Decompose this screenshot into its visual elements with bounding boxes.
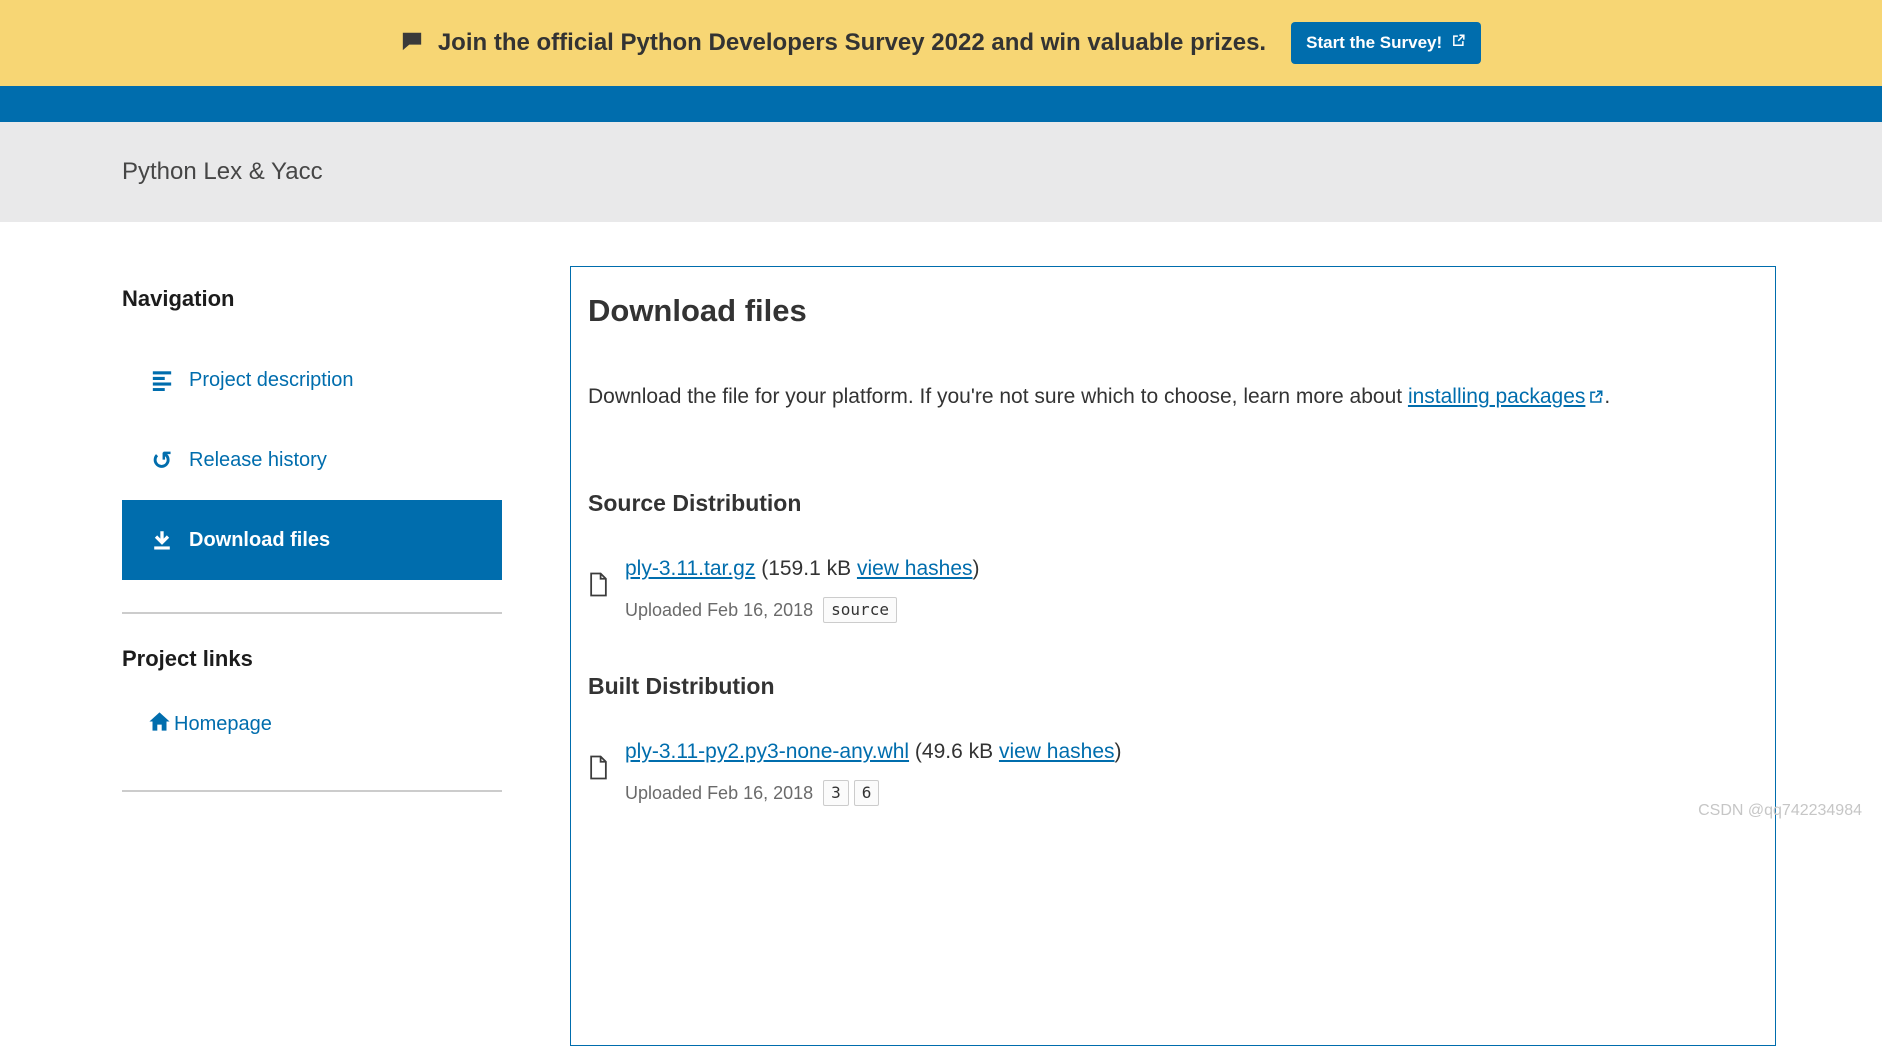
project-title-bar: Python Lex & Yacc [0,122,1882,222]
intro-after: . [1604,385,1610,408]
installing-packages-link[interactable]: installing packages [1408,385,1604,408]
intro-text: Download the file for your platform. If … [588,384,1751,412]
file-badges: source [823,597,897,623]
homepage-label: Homepage [174,713,272,736]
external-link-icon [1451,33,1466,53]
close-paren: ) [973,557,980,580]
file-size-text: (159.1 kB [761,557,851,580]
sidebar-item-label: Download files [189,529,330,552]
site-header-bar [0,86,1882,122]
installing-packages-label: installing packages [1408,385,1585,408]
history-icon: ↺ [150,448,174,473]
file-row: ply-3.11-py2.py3-none-any.whl (49.6 kB v… [588,738,1751,806]
file-link[interactable]: ply-3.11.tar.gz [625,557,755,580]
sidebar-divider [122,612,502,614]
watermark: CSDN @qq742234984 [1698,802,1862,820]
homepage-link[interactable]: Homepage [122,706,502,742]
nav-heading: Navigation [122,286,502,312]
file-icon [588,754,609,806]
home-icon [148,710,171,739]
sidebar-item-download-files[interactable]: Download files [122,500,502,580]
file-line: ply-3.11-py2.py3-none-any.whl (49.6 kB v… [625,738,1122,766]
download-files-panel: Download files Download the file for you… [570,266,1776,1046]
file-info: ply-3.11.tar.gz (159.1 kB view hashes) U… [625,555,980,623]
file-row: ply-3.11.tar.gz (159.1 kB view hashes) U… [588,555,1751,623]
view-hashes-link[interactable]: view hashes [999,740,1115,763]
project-links-heading: Project links [122,646,502,672]
content-area: Navigation Project description ↺ Release… [0,222,1882,1046]
download-icon [150,529,174,551]
section-heading-source: Source Distribution [588,489,1751,517]
sidebar-divider [122,790,502,792]
view-hashes-link[interactable]: view hashes [857,557,973,580]
file-meta: Uploaded Feb 16, 2018 3 6 [625,780,1122,806]
speech-bubble-icon [401,30,423,57]
sidebar: Navigation Project description ↺ Release… [122,266,502,792]
file-size-text: (49.6 kB [915,740,993,763]
survey-banner: Join the official Python Developers Surv… [0,0,1882,86]
file-meta: Uploaded Feb 16, 2018 source [625,597,980,623]
sidebar-item-label: Release history [189,449,327,472]
project-title: Python Lex & Yacc [122,158,323,186]
close-paren: ) [1115,740,1122,763]
intro-before: Download the file for your platform. If … [588,385,1408,408]
file-link[interactable]: ply-3.11-py2.py3-none-any.whl [625,740,909,763]
sidebar-item-label: Project description [189,369,354,392]
start-survey-button[interactable]: Start the Survey! [1291,22,1481,64]
section-heading-built: Built Distribution [588,672,1751,700]
start-survey-label: Start the Survey! [1306,33,1442,53]
file-icon [588,571,609,623]
sidebar-item-release-history[interactable]: ↺ Release history [122,420,502,500]
sidebar-item-project-description[interactable]: Project description [122,340,502,420]
file-line: ply-3.11.tar.gz (159.1 kB view hashes) [625,555,980,583]
python-version-badge: 3 [823,780,849,806]
uploaded-text: Uploaded Feb 16, 2018 [625,783,813,804]
python-version-badge: 6 [854,780,880,806]
file-badges: 3 6 [823,780,879,806]
banner-text: Join the official Python Developers Surv… [438,29,1266,57]
uploaded-text: Uploaded Feb 16, 2018 [625,600,813,621]
file-type-badge: source [823,597,897,623]
align-left-icon [150,369,174,391]
download-files-title: Download files [588,293,1751,329]
file-info: ply-3.11-py2.py3-none-any.whl (49.6 kB v… [625,738,1122,806]
external-link-icon [1588,386,1604,412]
